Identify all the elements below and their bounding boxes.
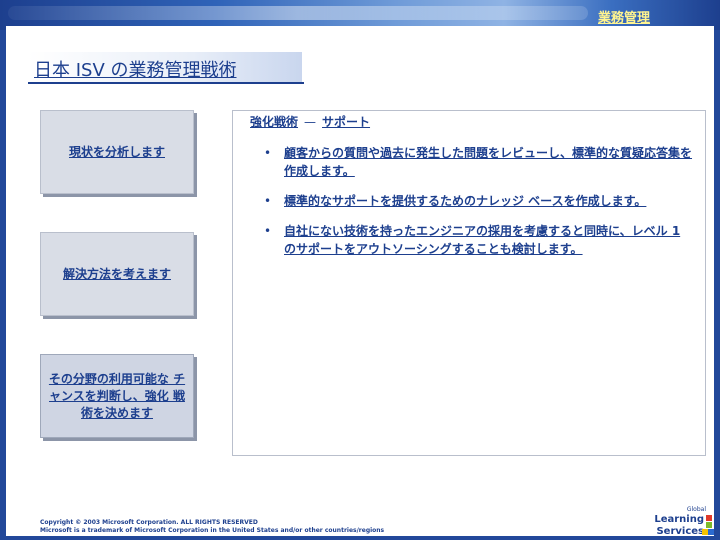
logo-square-blue-icon bbox=[708, 529, 714, 535]
step-box-analyze[interactable]: 現状を分析します bbox=[40, 110, 194, 194]
copyright-line: Copyright © 2003 Microsoft Corporation. … bbox=[40, 519, 258, 526]
global-learning-services-logo: Global Learning Services bbox=[652, 506, 714, 538]
logo-square-green-icon bbox=[706, 522, 712, 528]
bullet-text: 標準的なサポートを提供するためのナレッジ ベースを作成します。 bbox=[284, 194, 647, 208]
heading-dash: — bbox=[304, 115, 317, 129]
section-label-link[interactable]: 業務管理 bbox=[598, 7, 650, 26]
copyright-footer: Copyright © 2003 Microsoft Corporation. … bbox=[40, 519, 384, 535]
list-item[interactable]: • 標準的なサポートを提供するためのナレッジ ベースを作成します。 bbox=[262, 192, 692, 210]
bullet-text: 自社にない技術を持ったエンジニアの採用を考慮すると同時に、レベル 1 のサポート… bbox=[284, 224, 681, 256]
bullet-icon: • bbox=[264, 224, 272, 238]
step-box-solution[interactable]: 解決方法を考えます bbox=[40, 232, 194, 316]
panel-heading-left[interactable]: 強化戦術 bbox=[250, 115, 298, 129]
logo-line-2: Learning bbox=[654, 514, 704, 525]
step-box-decide-tactics[interactable]: その分野の利用可能な チャンスを判断し、強化 戦術を決めます bbox=[40, 354, 194, 438]
logo-line-3: Services bbox=[656, 526, 704, 537]
bullet-icon: • bbox=[264, 146, 272, 160]
trademark-line: Microsoft is a trademark of Microsoft Co… bbox=[40, 527, 385, 534]
panel-heading-right[interactable]: サポート bbox=[322, 115, 370, 129]
logo-square-red-icon bbox=[706, 515, 712, 521]
list-item[interactable]: • 顧客からの質問や過去に発生した問題をレビューし、標準的な質疑応答集を作成しま… bbox=[262, 144, 692, 180]
title-underline bbox=[28, 82, 304, 84]
step-label: 現状を分析します bbox=[68, 144, 165, 159]
page-title: 日本 ISV の業務管理戦術 bbox=[34, 60, 237, 81]
bullet-icon: • bbox=[264, 194, 272, 208]
banner-highlight bbox=[8, 6, 588, 20]
panel-heading: 強化戦術 — サポート bbox=[250, 113, 370, 130]
step-label: その分野の利用可能な チャンスを判断し、強化 戦術を決めます bbox=[48, 371, 186, 420]
logo-square-yellow-icon bbox=[702, 529, 708, 535]
step-label: 解決方法を考えます bbox=[62, 266, 171, 281]
list-item[interactable]: • 自社にない技術を持ったエンジニアの採用を考慮すると同時に、レベル 1 のサポ… bbox=[262, 222, 692, 258]
logo-line-1: Global bbox=[686, 506, 706, 513]
bullet-text: 顧客からの質問や過去に発生した問題をレビューし、標準的な質疑応答集を作成します。 bbox=[284, 146, 693, 178]
bullet-list: • 顧客からの質問や過去に発生した問題をレビューし、標準的な質疑応答集を作成しま… bbox=[262, 144, 692, 270]
